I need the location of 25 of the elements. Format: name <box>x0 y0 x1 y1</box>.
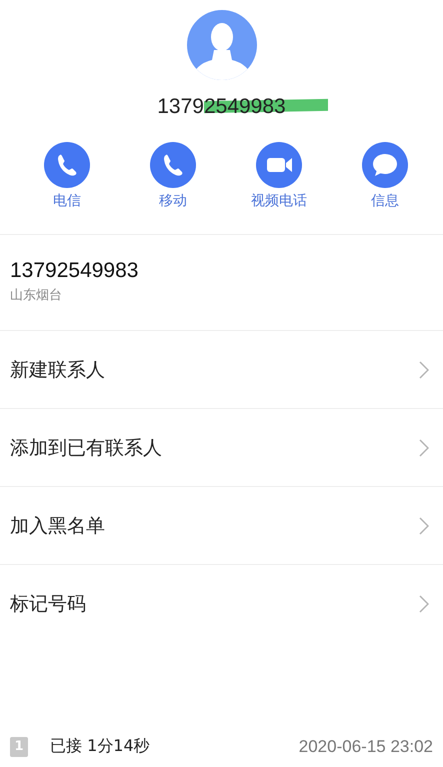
chevron-right-icon <box>419 516 429 534</box>
action-button[interactable]: 视频电话 <box>226 142 332 210</box>
call-time: 2020-06-15 23:02 <box>298 736 433 756</box>
menu-item-label: 标记号码 <box>10 592 86 617</box>
call-status: 已接 1分14秒 <box>50 736 150 757</box>
menu-item-label: 添加到已有联系人 <box>10 436 162 460</box>
video-camera-icon <box>256 142 302 188</box>
phone-number: 13792549983 <box>10 259 138 283</box>
avatar-icon <box>186 10 256 80</box>
phone-icon <box>150 142 196 188</box>
menu-item[interactable]: 添加到已有联系人 <box>0 409 443 487</box>
location-text: 山东烟台 <box>10 287 62 304</box>
menu-item[interactable]: 加入黑名单 <box>0 487 443 565</box>
action-button[interactable]: 移动 <box>120 142 226 210</box>
phone-icon <box>44 142 90 188</box>
menu-item[interactable]: 新建联系人 <box>0 331 443 409</box>
chevron-right-icon <box>419 360 429 378</box>
menu-item-label: 新建联系人 <box>10 358 105 382</box>
menu-item-label: 加入黑名单 <box>10 514 105 538</box>
chevron-right-icon <box>419 438 429 456</box>
menu-item[interactable]: 标记号码 <box>0 565 443 643</box>
chat-bubble-icon <box>362 142 408 188</box>
action-button[interactable]: 信息 <box>332 142 438 210</box>
chevron-right-icon <box>419 595 429 613</box>
action-button[interactable]: 电信 <box>14 142 120 210</box>
